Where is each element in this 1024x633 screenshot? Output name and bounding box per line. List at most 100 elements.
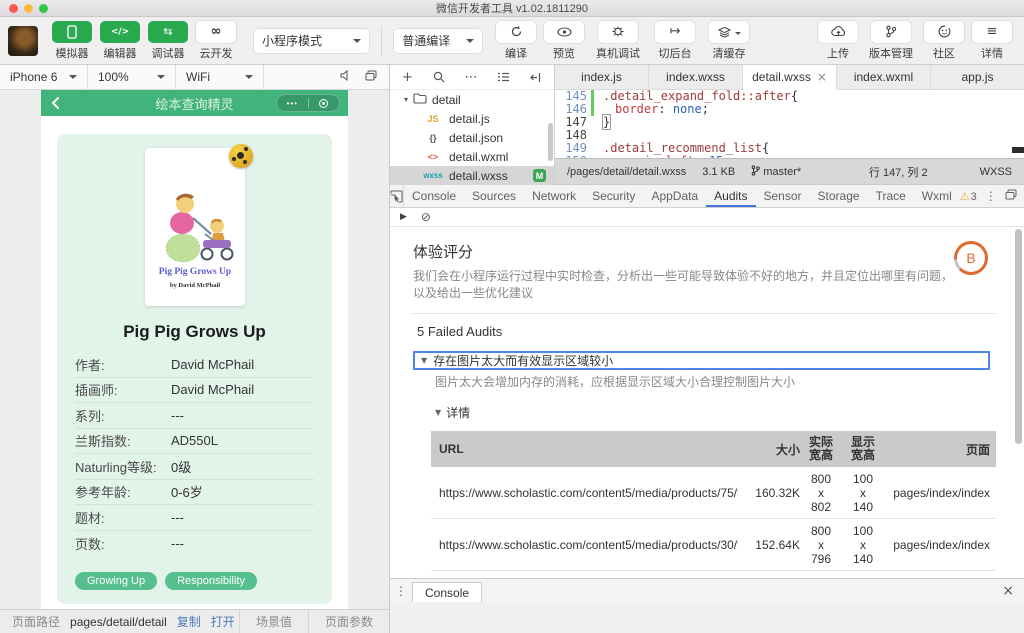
dock-side-icon[interactable] xyxy=(1005,189,1017,203)
file-row-detail-wxml[interactable]: <> detail.wxml xyxy=(390,147,554,166)
folder-row-detail[interactable]: ▾ detail xyxy=(390,90,554,109)
close-tab-icon[interactable]: × xyxy=(817,70,827,84)
devtools-tab-sources[interactable]: Sources xyxy=(464,185,524,207)
devtools-tab-security[interactable]: Security xyxy=(584,185,643,207)
add-file-icon[interactable]: + xyxy=(402,70,413,85)
cloud-link-icon: ∞ xyxy=(210,24,222,39)
zoom-select[interactable]: 100% xyxy=(88,65,176,89)
close-drawer-icon[interactable]: × xyxy=(1002,579,1024,602)
more-options-button[interactable]: ••• xyxy=(277,99,308,108)
audit-issue-row[interactable]: ▼ 存在图片太大而有效显示区域较小 xyxy=(413,351,990,370)
cursor-position: 行 147, 列 2 xyxy=(868,166,928,179)
cloud-dev-button[interactable]: ∞ 云开发 xyxy=(192,20,240,61)
page-params-tab[interactable]: 页面参数 xyxy=(307,610,389,633)
audits-scrollbar[interactable] xyxy=(1015,229,1022,444)
book-cover-image[interactable]: Pig Pig Grows Up by David McPhail xyxy=(144,148,245,306)
warning-badge[interactable]: ⚠3 xyxy=(960,189,977,203)
collapse-triangle-icon: ▼ xyxy=(435,408,442,417)
details-button[interactable]: ≡ 详情 xyxy=(968,20,1016,61)
network-select[interactable]: WiFi xyxy=(176,65,264,89)
page-path-label: 页面路径 xyxy=(12,615,61,629)
devtools-tab-sensor[interactable]: Sensor xyxy=(756,185,810,207)
failed-audits-header: 5 Failed Audits xyxy=(417,324,503,339)
cover-byline-text: by David McPhail xyxy=(169,282,219,289)
search-icon[interactable] xyxy=(433,71,445,83)
file-tree-scrollbar[interactable] xyxy=(548,123,553,161)
page-path-value: pages/detail/detail xyxy=(70,614,167,629)
code-area[interactable]: 145 .detail_expand_fold::after{ 146 border… xyxy=(555,90,1024,158)
drawer-menu-icon[interactable]: ⋮ xyxy=(390,579,412,602)
simulator-panel: iPhone 6 100% WiFi 绘本查询精灵 ••• Pig Pig Gr… xyxy=(0,65,390,633)
file-size: 3.1 KB xyxy=(702,165,736,178)
devtools-tab-storage[interactable]: Storage xyxy=(810,185,868,207)
real-device-debug-button[interactable]: 真机调试 xyxy=(588,20,648,61)
devtools-tab-audits[interactable]: Audits xyxy=(706,185,755,207)
editor-scroll-marker[interactable] xyxy=(1012,147,1024,153)
mute-speaker-icon[interactable] xyxy=(340,69,351,84)
file-list-icon[interactable] xyxy=(497,72,510,82)
clear-icon[interactable]: ⊘ xyxy=(421,210,431,224)
simulator-toolbar: iPhone 6 100% WiFi xyxy=(0,65,389,90)
console-drawer-body xyxy=(390,602,1024,633)
book-detail-page: Pig Pig Grows Up by David McPhail Pig Pi… xyxy=(41,116,348,609)
field-row: 作者: David McPhail xyxy=(75,352,314,378)
version-control-button[interactable]: 版本管理 xyxy=(862,20,920,61)
layers-icon xyxy=(717,26,731,38)
debugger-toggle-button[interactable]: ⇆ 调试器 xyxy=(144,20,192,61)
issue-title: 存在图片太大而有效显示区域较小 xyxy=(433,354,614,368)
tag-pill[interactable]: Responsibility xyxy=(165,572,257,590)
details-toggle[interactable]: ▼ 详情 xyxy=(435,404,996,421)
devtools-menu-icon[interactable]: ⋮ xyxy=(985,189,997,203)
devtools-tab-network[interactable]: Network xyxy=(524,185,584,207)
copy-link[interactable]: 复制 xyxy=(177,613,201,630)
device-select[interactable]: iPhone 6 xyxy=(0,65,88,89)
miniapp-capsule: ••• xyxy=(276,94,340,112)
switch-background-button[interactable]: ↦ 切后台 xyxy=(648,20,702,61)
devtools-tab-trace[interactable]: Trace xyxy=(868,185,914,207)
scene-value-tab[interactable]: 场景值 xyxy=(238,610,308,633)
text-cursor: } xyxy=(601,114,612,130)
run-audits-icon[interactable]: ▶ xyxy=(400,212,407,222)
wxss-file-icon: wxss xyxy=(423,171,443,180)
tab-detail-wxss[interactable]: detail.wxss × xyxy=(743,65,837,90)
drawer-tab-console[interactable]: Console xyxy=(412,582,483,602)
file-tree-panel: + ⋯ ▾ detail JS detail.js {} detail.json… xyxy=(390,65,555,185)
clear-cache-button[interactable]: 清缓存 xyxy=(702,20,756,61)
open-link[interactable]: 打开 xyxy=(211,613,235,630)
user-avatar[interactable] xyxy=(8,25,38,56)
tab-index-wxss[interactable]: index.wxss xyxy=(649,65,743,89)
inspect-element-icon[interactable] xyxy=(390,185,404,207)
window-titlebar: 微信开发者工具 v1.02.1811290 xyxy=(0,0,1024,17)
tab-index-wxml[interactable]: index.wxml xyxy=(837,65,931,89)
devtools-tab-wxml[interactable]: Wxml xyxy=(914,185,960,207)
simulator-toggle-button[interactable]: 模拟器 xyxy=(48,20,96,61)
back-chevron-icon[interactable] xyxy=(51,96,60,110)
mode-select[interactable]: 小程序模式 xyxy=(254,28,370,53)
upload-button[interactable]: 上传 xyxy=(814,20,862,61)
tag-pill[interactable]: Growing Up xyxy=(75,572,158,590)
collapse-panel-icon[interactable] xyxy=(530,72,542,83)
tab-index-js[interactable]: index.js xyxy=(555,65,649,89)
community-button[interactable]: 社区 xyxy=(920,20,968,61)
field-row: 插画师: David McPhail xyxy=(75,378,314,403)
more-icon[interactable]: ⋯ xyxy=(464,70,477,85)
git-branch-status[interactable]: master* xyxy=(751,164,801,179)
file-row-detail-wxss[interactable]: wxss detail.wxss M xyxy=(390,166,554,185)
audits-title: 体验评分 xyxy=(413,244,474,261)
file-row-detail-js[interactable]: JS detail.js xyxy=(390,109,554,128)
book-fields: 作者: David McPhail 插画师: David McPhail 系列: --… xyxy=(75,352,314,556)
devtools-tab-console[interactable]: Console xyxy=(404,185,464,207)
editor-status-bar: /pages/detail/detail.wxss 3.1 KB master*… xyxy=(555,158,1024,184)
editor-toggle-button[interactable]: </> 编辑器 xyxy=(96,20,144,61)
compile-button[interactable]: 编译 xyxy=(492,20,540,61)
bug-icon xyxy=(611,25,625,38)
issue-description: 图片太大会增加内存的消耗，应根据显示区域大小合理控制图片大小 xyxy=(435,375,796,389)
compile-mode-select[interactable]: 普通编译 xyxy=(394,28,482,53)
exit-miniapp-button[interactable] xyxy=(309,98,340,108)
tab-app-js[interactable]: app.js xyxy=(931,65,1024,89)
preview-button[interactable]: 预览 xyxy=(540,20,588,61)
devtools-tab-appdata[interactable]: AppData xyxy=(643,185,706,207)
screenshot-icon[interactable] xyxy=(365,70,377,84)
language-mode[interactable]: WXSS xyxy=(980,166,1012,178)
file-row-detail-json[interactable]: {} detail.json xyxy=(390,128,554,147)
